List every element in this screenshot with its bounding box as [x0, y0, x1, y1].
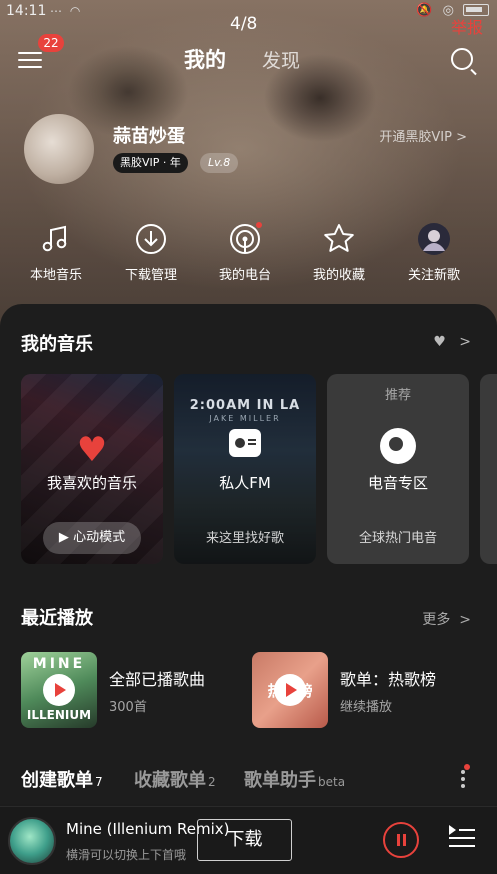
notification-badge: 22: [38, 34, 64, 52]
tab-playlist-assistant[interactable]: 歌单助手 beta: [244, 766, 345, 792]
tab-discover[interactable]: 发现: [262, 46, 300, 73]
section-title-recent: 最近播放: [21, 608, 93, 629]
music-note-icon: [39, 222, 73, 256]
recent-cover: MINE ILLENIUM: [21, 652, 97, 728]
cover-text-2: ILLENIUM: [26, 708, 92, 722]
card-subtitle: 全球热门电音: [358, 531, 437, 546]
tab-label: 收藏歌单: [134, 770, 206, 791]
more-link[interactable]: 更多 >: [422, 609, 471, 629]
quick-my-radio[interactable]: 我的电台: [205, 222, 285, 283]
more-label: 更多: [422, 612, 451, 628]
recent-item-hot-chart[interactable]: 热歌榜 歌单：热歌榜 继续播放: [252, 652, 482, 728]
tab-mine[interactable]: 我的: [184, 44, 226, 74]
content-sheet: 我的音乐 ♥ > ♥ 我喜欢的音乐 ▶ 心动模式 2:00AM IN LA JA…: [0, 304, 497, 804]
search-icon[interactable]: [451, 48, 473, 70]
open-vip-link[interactable]: 开通黑胶VIP >: [379, 126, 467, 145]
card-title: 私人FM: [219, 474, 271, 492]
star-icon: [322, 222, 356, 256]
play-icon[interactable]: [274, 674, 306, 706]
quick-label: 我的收藏: [312, 268, 365, 283]
quick-label: 本地音乐: [29, 268, 82, 283]
radio-podcast-icon: [228, 222, 262, 256]
quick-label: 我的电台: [218, 268, 271, 283]
recent-cover: 热歌榜: [252, 652, 328, 728]
status-time: 14:11: [6, 3, 47, 19]
tab-label: 创建歌单: [21, 770, 93, 791]
card-peek[interactable]: [480, 374, 497, 564]
quick-download-manage[interactable]: 下载管理: [111, 222, 191, 283]
card-liked-music[interactable]: ♥ 我喜欢的音乐 ▶ 心动模式: [21, 374, 163, 564]
top-nav: 22 我的 发现: [0, 34, 497, 84]
heartbeat-ctrl-icon[interactable]: ♥ >: [433, 334, 471, 350]
playlist-queue-icon[interactable]: [449, 825, 475, 851]
quick-actions: 本地音乐 下载管理 我的电台 我的收藏 关注新歌: [0, 222, 497, 286]
now-playing-hint: 横滑可以切换上下首哦: [66, 848, 187, 862]
heartbeat-mode-label: 心动模式: [73, 530, 126, 545]
quick-my-favorites[interactable]: 我的收藏: [299, 222, 379, 283]
card-title: 电音专区: [367, 474, 428, 492]
quick-label: 下载管理: [124, 268, 177, 283]
pause-icon[interactable]: [383, 822, 419, 858]
recent-item-all-played[interactable]: MINE ILLENIUM 全部已播歌曲 300首: [21, 652, 241, 728]
card-edm-zone[interactable]: 推荐 电音专区 全球热门电音: [327, 374, 469, 564]
section-title-my-music: 我的音乐: [21, 334, 93, 355]
tab-count: 2: [208, 775, 216, 789]
download-button[interactable]: 下载: [197, 819, 292, 861]
more-options-icon[interactable]: [461, 764, 470, 790]
mini-player[interactable]: Mine (Illenium Remix) 横滑可以切换上下首哦 下载: [0, 806, 497, 874]
recent-title: 全部已播歌曲: [109, 670, 206, 689]
tab-count: 7: [95, 775, 103, 789]
card-private-fm[interactable]: 2:00AM IN LA JAKE MILLER 私人FM 来这里找好歌: [174, 374, 316, 564]
play-icon[interactable]: [43, 674, 75, 706]
edm-disc-icon: [380, 428, 416, 464]
status-bar: 14:11 ⋯ ◠ 🔕 ◎: [0, 0, 497, 24]
recent-subtitle: 300首: [109, 700, 147, 715]
radio-icon: [229, 429, 261, 457]
avatar-icon: [417, 222, 451, 256]
level-badge[interactable]: Lv.8: [200, 153, 239, 173]
username[interactable]: 蒜苗炒蛋: [113, 122, 185, 148]
download-icon: [134, 222, 168, 256]
tab-label: 歌单助手: [244, 770, 316, 791]
red-dot-indicator: [256, 222, 262, 228]
recommend-tag: 推荐: [384, 388, 411, 403]
red-dot-indicator: [464, 764, 470, 770]
recent-subtitle: 继续播放: [340, 700, 393, 715]
quick-follow-new-songs[interactable]: 关注新歌: [394, 222, 474, 283]
vip-badge[interactable]: 黑胶VIP · 年: [113, 153, 188, 173]
fm-cover-sub: JAKE MILLER: [209, 414, 281, 423]
heart-icon: ♥: [76, 430, 108, 470]
avatar[interactable]: [24, 114, 94, 184]
card-title: 我喜欢的音乐: [46, 474, 137, 492]
cover-text: MINE: [32, 656, 86, 672]
playlist-tabs: 创建歌单 7 收藏歌单 2 歌单助手 beta: [21, 764, 481, 796]
quick-local-music[interactable]: 本地音乐: [16, 222, 96, 283]
heartbeat-mode-button[interactable]: ▶ 心动模式: [43, 522, 141, 554]
recent-title: 歌单：热歌榜: [340, 670, 437, 689]
fm-cover-text: 2:00AM IN LA: [189, 398, 301, 413]
wifi-icon: ⋯ ◠: [50, 4, 83, 18]
tab-count: beta: [318, 775, 346, 789]
quick-label: 关注新歌: [407, 268, 460, 283]
now-playing-cover[interactable]: [8, 817, 56, 865]
tab-collected-playlists[interactable]: 收藏歌单 2: [134, 766, 216, 792]
tab-created-playlists[interactable]: 创建歌单 7: [21, 766, 103, 792]
report-button[interactable]: 举报: [451, 14, 483, 38]
card-subtitle: 来这里找好歌: [205, 531, 284, 546]
